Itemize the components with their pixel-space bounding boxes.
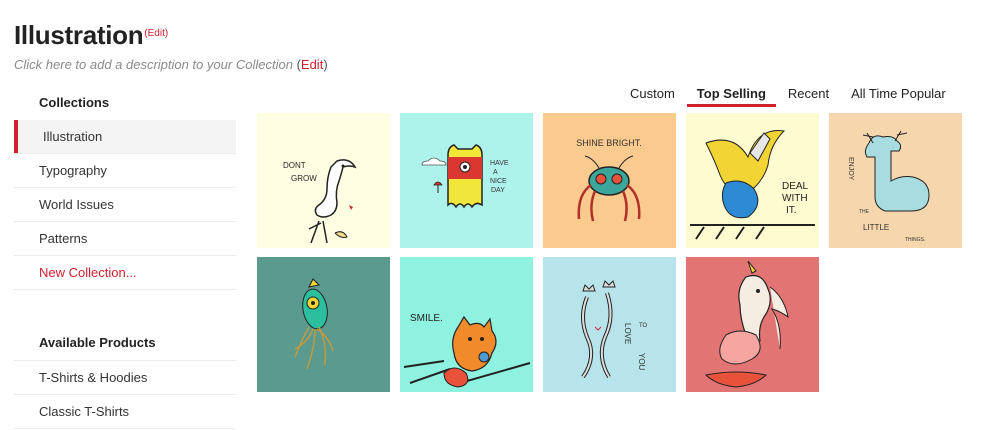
artwork-text: SMILE. [410,313,443,324]
artwork-text: DEAL [782,181,809,192]
artwork-tile[interactable] [686,257,819,392]
artwork-tile[interactable] [257,257,390,392]
artwork-tile[interactable]: HAVE A NICE DAY [400,113,533,248]
collection-header: Illustration (Edit) Click here to add a … [14,20,328,72]
edit-close-paren: ) [323,57,328,72]
artwork-text: DONT [283,161,306,170]
artwork-text: TO [639,323,648,329]
tab-custom[interactable]: Custom [620,84,685,107]
sidebar-item-tshirts-hoodies[interactable]: T-Shirts & Hoodies [14,361,236,395]
new-collection-link[interactable]: New Collection... [14,256,236,290]
description-edit: (Edit) [297,57,328,72]
available-products-heading: Available Products [14,326,236,361]
deer-illustration: ENJOY THE LITTLE THINGS. [829,113,962,248]
wild-bird-illustration: DEAL WITH IT. [686,113,819,248]
title-row: Illustration (Edit) [14,20,328,50]
edit-description-link[interactable]: Edit [301,57,323,72]
description-row: Click here to add a description to your … [14,57,328,72]
artwork-text: IT. [786,205,797,216]
sidebar-item-classic-tshirts[interactable]: Classic T-Shirts [14,395,236,429]
edit-title-link[interactable]: (Edit) [144,28,168,39]
artwork-text: NICE [490,178,507,185]
artwork-text: WITH [782,193,808,204]
cats-love-illustration: LOVE TO YOU [543,257,676,392]
artwork-text: GROW [291,174,317,183]
sidebar-item-illustration[interactable]: Illustration [14,120,236,154]
artwork-text: THE [859,209,870,215]
artwork-text: LITTLE [863,223,889,232]
sidebar-item-world-issues[interactable]: World Issues [14,188,236,222]
bird-illustration: DONT GROW [257,113,390,248]
sort-tabs: Custom Top Selling Recent All Time Popul… [620,84,958,107]
artwork-text: LOVE [623,323,632,344]
sidebar-item-patterns[interactable]: Patterns [14,222,236,256]
artwork-tile[interactable]: DEAL WITH IT. [686,113,819,248]
artwork-tile[interactable]: SMILE. [400,257,533,392]
cat-illustration: SMILE. [400,257,533,392]
unicorn-illustration [686,257,819,392]
artwork-text: A [493,169,498,176]
sidebar: Collections Illustration Typography Worl… [14,86,236,429]
tab-all-time-popular[interactable]: All Time Popular [841,84,956,107]
artwork-tile[interactable]: ENJOY THE LITTLE THINGS. [829,113,962,248]
jellyfish-illustration [257,257,390,392]
artwork-text: THINGS. [905,237,925,243]
artwork-text: YOU [637,353,646,371]
bug-illustration: SHINE BRIGHT. [543,113,676,248]
collection-description[interactable]: Click here to add a description to your … [14,57,293,72]
artwork-tile[interactable]: SHINE BRIGHT. [543,113,676,248]
artwork-tile[interactable]: DONT GROW [257,113,390,248]
artwork-tile[interactable]: LOVE TO YOU [543,257,676,392]
tab-top-selling[interactable]: Top Selling [686,84,776,107]
page-title: Illustration [14,20,144,50]
artwork-text: SHINE BRIGHT. [576,138,642,148]
sidebar-item-typography[interactable]: Typography [14,154,236,188]
monster-illustration: HAVE A NICE DAY [400,113,533,248]
tab-recent[interactable]: Recent [778,84,839,107]
artwork-grid: DONT GROW HAVE A NICE DAY SHINE BRIGHT. [257,113,962,392]
artwork-text: DAY [491,187,505,194]
artwork-text: ENJOY [847,157,854,181]
collections-heading: Collections [39,95,110,110]
artwork-text: HAVE [490,160,509,167]
